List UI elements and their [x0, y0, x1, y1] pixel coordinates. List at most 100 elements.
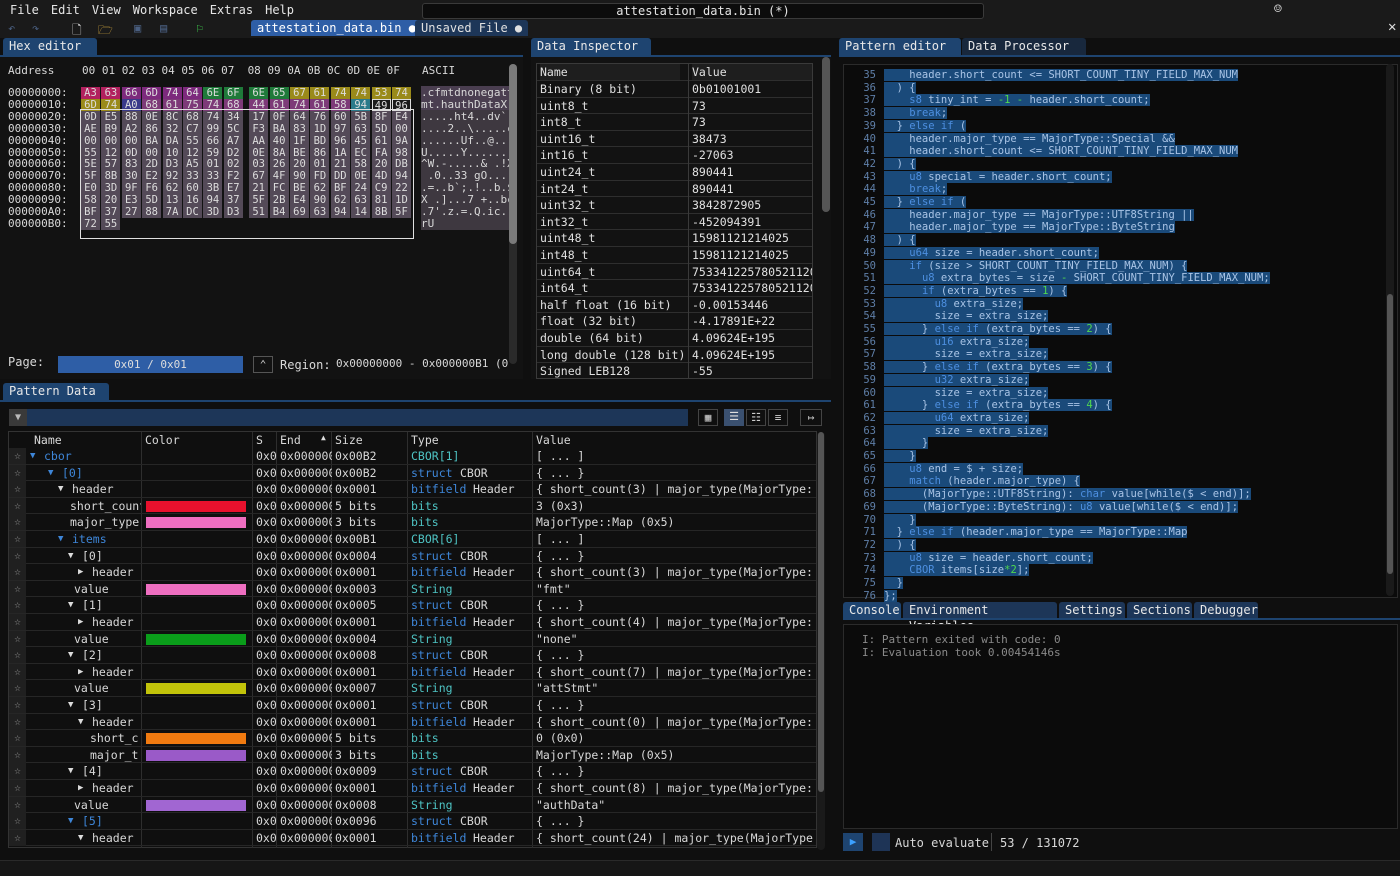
favorite-star-icon[interactable]: ☆ [9, 829, 26, 846]
inspector-value[interactable]: 7533412257805211207 [692, 264, 812, 280]
code-line[interactable]: 45 } else if ( [844, 196, 1384, 209]
open-folder-icon[interactable]: 🗁 [98, 21, 113, 42]
code-line[interactable]: 72 ) { [844, 538, 1384, 552]
collapse-icon[interactable]: ▼ [68, 813, 80, 829]
hex-byte[interactable]: 74 [330, 87, 350, 99]
favorite-star-icon[interactable]: ☆ [9, 680, 26, 697]
code-line[interactable]: 41 header.short_count <= SHORT_COUNT_TIN… [844, 145, 1384, 158]
code-line[interactable]: 75 } [844, 577, 1384, 590]
close-tab-icon[interactable]: ✕ [1388, 19, 1396, 35]
inspector-value[interactable]: 7533412257805211207 [692, 280, 812, 296]
tab-unsaved-file[interactable]: Unsaved File ● [415, 20, 529, 36]
code-line[interactable]: 43 u8 special = header.short_count; [844, 170, 1384, 184]
jump-up-icon[interactable]: ⌃ [253, 356, 273, 373]
expand-icon[interactable]: ▶ [78, 614, 90, 630]
tab-data-inspector[interactable]: Data Inspector [531, 38, 651, 55]
favorite-star-icon[interactable]: ☆ [9, 796, 26, 813]
collapse-icon[interactable]: ▼ [68, 597, 80, 613]
collapse-icon[interactable]: ▼ [68, 697, 80, 713]
favorite-star-icon[interactable]: ☆ [9, 813, 26, 830]
hex-scrollbar[interactable] [509, 64, 517, 364]
inspector-value[interactable]: 890441 [692, 164, 812, 180]
favorite-star-icon[interactable]: ☆ [9, 531, 26, 547]
code-line[interactable]: 69 (MajorType::ByteString): u8 value[whi… [844, 500, 1384, 514]
code-line[interactable]: 42 ) { [844, 157, 1384, 171]
collapse-icon[interactable]: ▼ [68, 647, 80, 663]
favorite-star-icon[interactable]: ☆ [9, 597, 26, 614]
code-line[interactable]: 52 if (extra_bytes == 1) { [844, 284, 1384, 298]
code-line[interactable]: 74 CBOR items[size*2]; [844, 564, 1384, 577]
favorite-star-icon[interactable]: ☆ [9, 763, 26, 780]
favorite-star-icon[interactable]: ☆ [9, 514, 26, 531]
console-tab-environment-variables[interactable]: Environment Variables [903, 602, 1057, 633]
collapse-icon[interactable]: ▼ [68, 763, 80, 779]
collapse-icon[interactable]: ▼ [58, 531, 70, 547]
collapse-icon[interactable]: ▼ [68, 548, 80, 564]
hex-byte[interactable]: 6E [249, 87, 269, 99]
tree-view-icon[interactable]: ▦ [698, 409, 718, 426]
code-line[interactable]: 40 header.major_type == MajorType::Speci… [844, 132, 1384, 146]
code-line[interactable]: 71 } else if (header.major_type == Major… [844, 526, 1384, 539]
code-line[interactable]: 47 header.major_type == MajorType::ByteS… [844, 221, 1384, 234]
hex-byte[interactable]: 6D [142, 87, 162, 99]
expand-width-icon[interactable]: ↦ [800, 409, 822, 426]
code-line[interactable]: 64 } [844, 437, 1384, 450]
favorite-star-icon[interactable]: ☆ [9, 663, 26, 680]
inspector-value[interactable]: 73 [692, 114, 812, 130]
favorite-star-icon[interactable]: ☆ [9, 547, 26, 564]
hex-byte[interactable]: 67 [290, 87, 309, 99]
favorite-star-icon[interactable]: ☆ [9, 746, 26, 763]
inspector-value[interactable]: -0.00153446 [692, 297, 812, 313]
inspector-value[interactable]: 0b01001001 [692, 81, 812, 97]
tab-attestation-data[interactable]: attestation_data.bin ● [251, 20, 422, 36]
pattern-header-type[interactable]: Type [411, 432, 533, 448]
favorite-star-icon[interactable]: ☆ [9, 780, 26, 796]
code-line[interactable]: 61 } else if (extra_bytes == 4) { [844, 399, 1384, 412]
code-scrollbar[interactable] [1386, 64, 1394, 596]
console-tab-settings[interactable]: Settings [1059, 602, 1125, 618]
inspector-value[interactable]: 4.09624E+195 [692, 330, 812, 346]
menu-edit[interactable]: Edit [45, 3, 86, 17]
collapse-icon[interactable]: ▼ [30, 448, 42, 464]
favorite-star-icon[interactable]: ☆ [9, 464, 26, 481]
filter-icon[interactable]: ▼ [9, 409, 27, 426]
favorite-star-icon[interactable]: ☆ [9, 564, 26, 581]
collapse-icon[interactable]: ▼ [58, 481, 70, 497]
menu-file[interactable]: File [0, 3, 45, 17]
run-icon[interactable]: ▶ [843, 833, 863, 851]
pattern-header-name[interactable]: Name [34, 432, 142, 448]
inspector-value[interactable]: -4.17891E+22 [692, 313, 812, 329]
code-line[interactable]: 67 match (header.major_type) { [844, 475, 1384, 488]
expand-icon[interactable]: ▶ [78, 564, 90, 580]
favorite-star-icon[interactable]: ☆ [9, 713, 26, 730]
hex-byte[interactable]: 6E [203, 87, 223, 99]
page-selector[interactable]: 0x01 / 0x01 [58, 356, 243, 373]
inspector-value[interactable]: 890441 [692, 181, 812, 197]
code-line[interactable]: 59 u32 extra_size; [844, 373, 1384, 387]
pattern-data-scrollbar[interactable] [817, 432, 825, 850]
filter-input[interactable] [27, 409, 688, 426]
pattern-header-s[interactable]: S [256, 432, 278, 448]
menu-extras[interactable]: Extras [204, 3, 259, 17]
code-line[interactable]: 65 } [844, 450, 1384, 463]
sort-icon[interactable]: ☰ [724, 409, 744, 426]
code-line[interactable]: 66 u8 end = $ + size; [844, 462, 1384, 476]
code-line[interactable]: 37 s8 tiny_int = -1 - header.short_count… [844, 94, 1384, 107]
bookmark-icon[interactable]: ⚐ [196, 21, 203, 35]
code-line[interactable]: 68 (MajorType::UTF8String): char value[w… [844, 488, 1384, 501]
favorite-star-icon[interactable]: ☆ [9, 647, 26, 664]
hex-byte[interactable]: 74 [351, 87, 371, 99]
hex-byte[interactable]: 74 [392, 87, 411, 99]
favorite-star-icon[interactable]: ☆ [9, 697, 26, 713]
hex-byte[interactable]: 53 [371, 87, 391, 99]
code-line[interactable]: 58 } else if (extra_bytes == 3) { [844, 361, 1384, 374]
code-line[interactable]: 60 size = extra_size; [844, 386, 1384, 400]
code-line[interactable]: 51 u8 extra_bytes = size - SHORT_COUNT_T… [844, 272, 1384, 285]
collapse-icon[interactable]: ▼ [78, 714, 90, 730]
code-line[interactable]: 54 size = extra_size; [844, 310, 1384, 323]
inspector-value[interactable]: 73 [692, 98, 812, 114]
menu-view[interactable]: View [86, 3, 127, 17]
code-line[interactable]: 48 ) { [844, 234, 1384, 247]
code-line[interactable]: 57 size = extra_size; [844, 348, 1384, 361]
hex-byte[interactable]: 65 [269, 87, 289, 99]
